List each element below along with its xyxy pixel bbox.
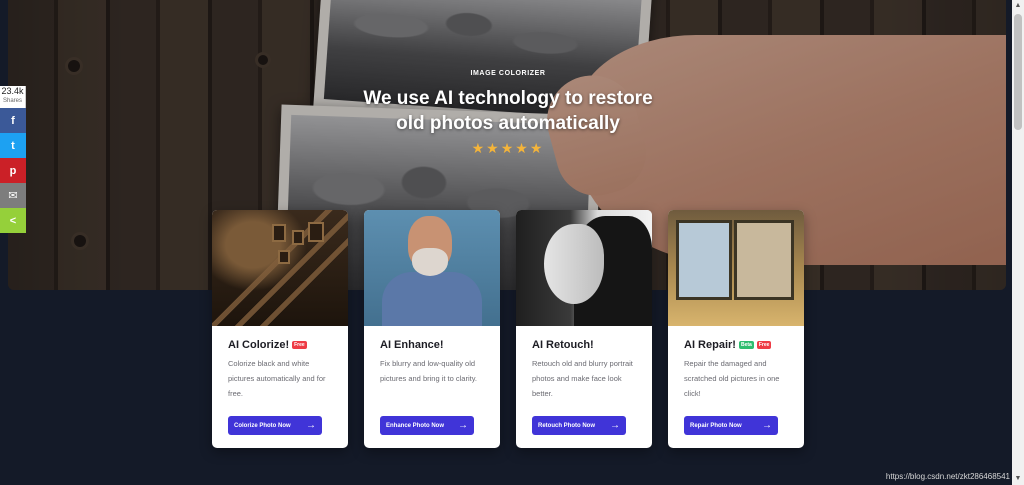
card-title-text: AI Repair! <box>684 339 736 351</box>
card-description: Colorize black and white pictures automa… <box>228 359 326 398</box>
scroll-up-icon[interactable]: ▲ <box>1012 0 1024 12</box>
card-title: AI Enhance! <box>380 338 484 352</box>
share-count-label: Shares <box>2 98 22 104</box>
card-title: AI Colorize! Free <box>228 338 332 352</box>
retouch-photo-button[interactable]: Retouch Photo Now → <box>532 416 626 435</box>
arrow-right-icon: → <box>762 419 772 431</box>
repair-photo-button[interactable]: Repair Photo Now → <box>684 416 778 435</box>
enhance-image <box>364 210 500 326</box>
button-label: Retouch Photo Now <box>538 422 595 429</box>
card-title-text: AI Colorize! <box>228 339 290 351</box>
button-label: Enhance Photo Now <box>386 422 445 429</box>
repair-image <box>668 210 804 326</box>
facebook-share-button[interactable]: f <box>0 108 26 133</box>
scrollbar-thumb[interactable] <box>1014 14 1022 130</box>
email-icon: ✉ <box>8 190 18 202</box>
arrow-right-icon: → <box>306 419 316 431</box>
colorize-photo-button[interactable]: Colorize Photo Now → <box>228 416 322 435</box>
hero-headline-line2: old photos automatically <box>396 113 620 134</box>
watermark-url: https://blog.csdn.net/zkt286468541 <box>885 472 1010 481</box>
card-title: AI Retouch! <box>532 338 636 352</box>
enhance-photo-button[interactable]: Enhance Photo Now → <box>380 416 474 435</box>
facebook-icon: f <box>11 114 15 127</box>
scroll-down-icon[interactable]: ▼ <box>1012 473 1024 485</box>
share-sidebar: 23.4k Shares f t p ✉ < <box>0 86 26 233</box>
free-badge: Free <box>756 341 772 349</box>
pinterest-share-button[interactable]: p <box>0 158 26 183</box>
card-repair: AI Repair! Beta Free Repair the damaged … <box>668 210 804 448</box>
beta-badge: Beta <box>738 341 754 349</box>
share-icon: < <box>9 214 17 227</box>
card-description: Repair the damaged and scratched old pic… <box>684 359 780 398</box>
card-title: AI Repair! Beta Free <box>684 338 788 352</box>
page-scrollbar[interactable]: ▲ ▼ <box>1012 0 1024 485</box>
retouch-image <box>516 210 652 326</box>
hero-headline-line1: We use AI technology to restore <box>363 88 653 109</box>
card-retouch: AI Retouch! Retouch old and blurry portr… <box>516 210 652 448</box>
card-description: Fix blurry and low-quality old pictures … <box>380 359 477 383</box>
card-title-text: AI Retouch! <box>532 339 594 351</box>
email-share-button[interactable]: ✉ <box>0 183 26 208</box>
free-badge: Free <box>292 341 307 349</box>
pinterest-icon: p <box>9 164 17 177</box>
more-share-button[interactable]: < <box>0 208 26 233</box>
card-enhance: AI Enhance! Fix blurry and low-quality o… <box>364 210 500 448</box>
share-count: 23.4k Shares <box>0 86 26 108</box>
twitter-share-button[interactable]: t <box>0 133 26 158</box>
rating-stars-icon: ★★★★★ <box>471 140 545 156</box>
colorize-image <box>212 210 348 326</box>
card-colorize: AI Colorize! Free Colorize black and whi… <box>212 210 348 448</box>
button-label: Colorize Photo Now <box>234 422 291 429</box>
hero-headline: We use AI technology to restore old phot… <box>0 86 1016 136</box>
card-description: Retouch old and blurry portrait photos a… <box>532 359 633 398</box>
arrow-right-icon: → <box>610 419 620 431</box>
hero-eyebrow: IMAGE COLORIZER <box>470 70 546 77</box>
button-label: Repair Photo Now <box>690 422 742 429</box>
arrow-right-icon: → <box>458 419 468 431</box>
card-title-text: AI Enhance! <box>380 339 444 351</box>
share-count-number: 23.4k <box>1 86 24 96</box>
twitter-icon: t <box>11 139 15 152</box>
